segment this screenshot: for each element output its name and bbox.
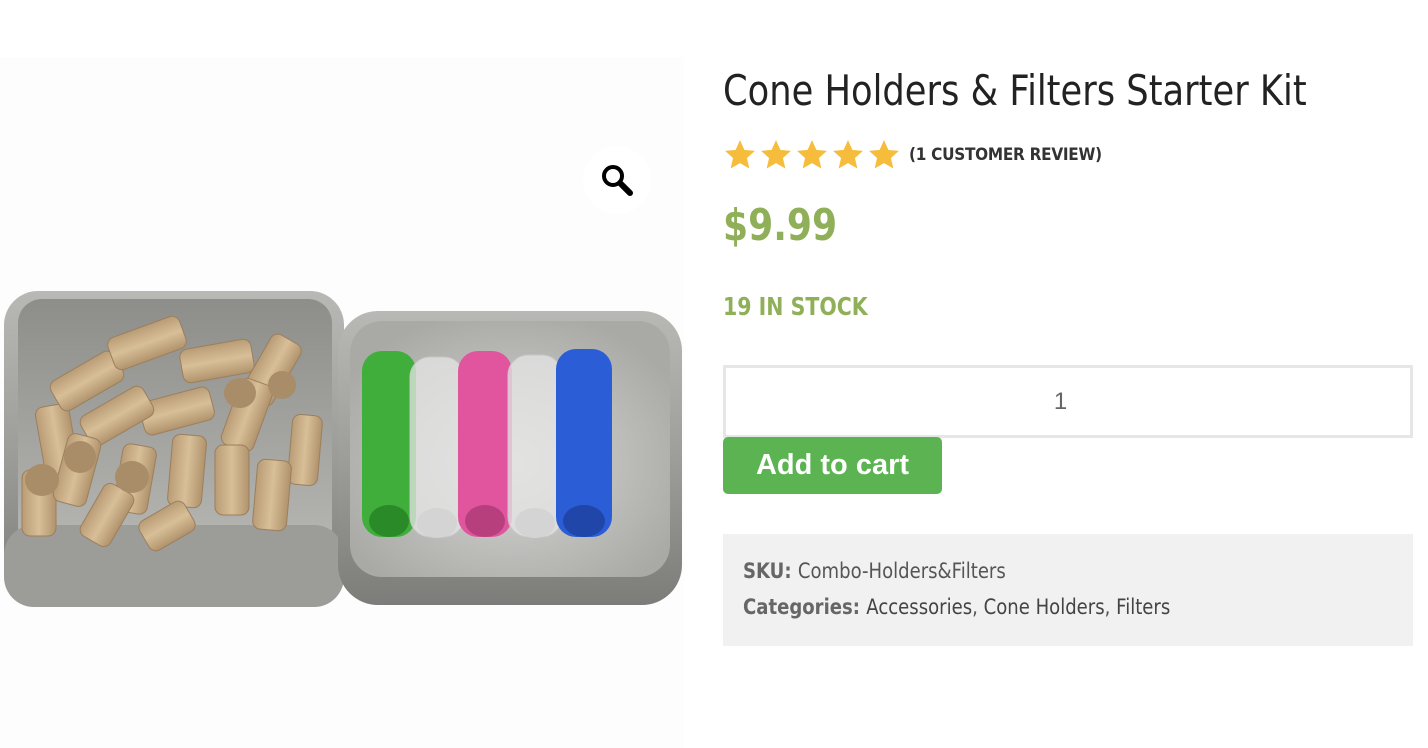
add-to-cart-button[interactable]: Add to cart (723, 437, 942, 494)
categories-label: Categories: (743, 595, 867, 619)
zoom-button[interactable] (583, 146, 651, 214)
category-separator: , (1104, 595, 1117, 619)
customer-review-link[interactable]: (1 CUSTOMER REVIEW) (909, 145, 1102, 165)
category-link-cone-holders[interactable]: Cone Holders (984, 595, 1105, 619)
product-meta: SKU: Combo-Holders&Filters Categories: A… (723, 534, 1413, 646)
category-link-filters[interactable]: Filters (1116, 595, 1170, 619)
product-price: $9.99 (723, 200, 838, 251)
star-icon (833, 140, 863, 169)
star-rating (723, 138, 901, 172)
product-title: Cone Holders & Filters Starter Kit (723, 66, 1307, 115)
product-gallery (0, 57, 684, 748)
category-separator: , (972, 595, 984, 619)
cone-holders (362, 349, 612, 538)
quantity-input[interactable] (723, 365, 1413, 438)
magnifier-icon (602, 165, 633, 196)
sku-row: SKU: Combo-Holders&Filters (743, 556, 1302, 592)
rating-row: (1 CUSTOMER REVIEW) (723, 138, 1123, 172)
star-icon (797, 140, 827, 169)
star-icon (761, 140, 791, 169)
stock-status: 19 IN STOCK (723, 292, 868, 321)
category-link-accessories[interactable]: Accessories (866, 595, 972, 619)
star-icon (869, 140, 899, 169)
star-icon (725, 140, 755, 169)
sku-label: SKU: (743, 559, 798, 583)
categories-row: Categories: Accessories, Cone Holders, F… (743, 592, 1302, 628)
sku-value: Combo-Holders&Filters (797, 559, 1006, 583)
product-image[interactable] (0, 285, 684, 615)
